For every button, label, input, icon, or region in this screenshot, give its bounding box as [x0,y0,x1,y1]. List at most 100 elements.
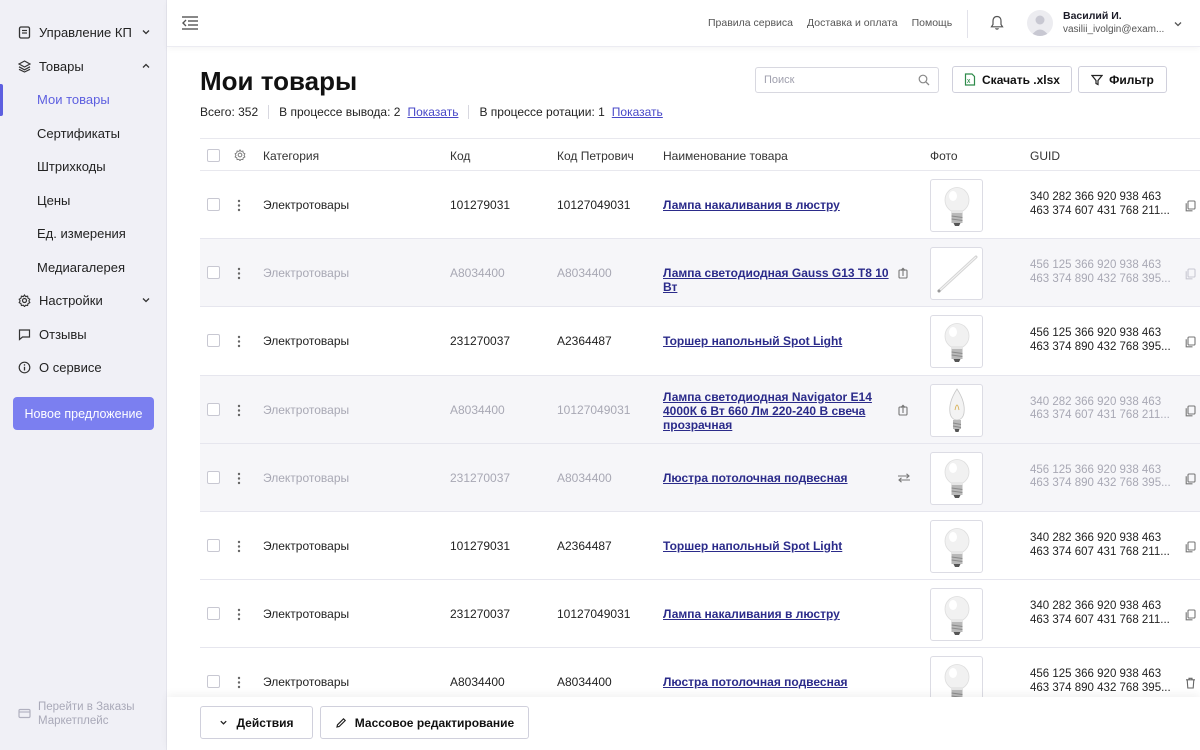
sidebar-item-settings[interactable]: Настройки [0,284,166,318]
column-header-name[interactable]: Наименование товара [663,149,788,163]
more-options-icon[interactable] [237,472,241,485]
store-icon [18,707,31,720]
product-name-link[interactable]: Лампа накаливания в люстру [663,198,891,212]
more-options-icon[interactable] [237,335,241,348]
row-checkbox[interactable] [207,266,220,280]
link-delivery[interactable]: Доставка и оплата [807,17,898,29]
column-header-photo[interactable]: Фото [930,149,958,163]
sidebar-item-kp[interactable]: Управление КП [0,16,166,50]
cell-guid: 340 282 366 920 938 463 463 374 607 431 7… [1030,532,1176,559]
bell-icon[interactable] [990,15,1004,31]
cell-petrovich-code: A8034400 [557,470,612,485]
column-settings-icon[interactable] [234,149,246,161]
table-row[interactable]: Электротовары 231270037 A8034400 Люстра пот… [200,443,1200,512]
more-options-icon[interactable] [237,608,241,621]
table-row[interactable]: Электротовары 101279031 10127049031 Лампа н… [200,171,1200,240]
select-all-checkbox[interactable] [207,149,220,162]
restore-icon[interactable] [897,267,909,279]
product-name-link[interactable]: Лампа светодиодная Navigator E14 4000К 6… [663,390,891,432]
product-photo[interactable] [930,451,983,505]
sidebar-item-prices[interactable]: Цены [0,184,166,218]
show-rotation-link[interactable]: Показать [612,105,663,119]
table-header: Категория Код Код Петрович Наименование … [200,138,1200,171]
copy-icon[interactable] [1185,473,1196,485]
sidebar-item-barcodes[interactable]: Штрихкоды [0,150,166,184]
column-header-petrovich[interactable]: Код Петрович [557,149,634,163]
more-options-icon[interactable] [237,404,241,417]
product-name-link[interactable]: Люстра потолочная подвесная [663,675,891,689]
row-checkbox[interactable] [207,198,220,211]
product-name-link[interactable]: Лампа светодиодная Gauss G13 T8 10 Вт [663,266,891,294]
table-row[interactable]: Электротовары A8034400 10127049031 Лампа св… [200,375,1200,444]
more-options-icon[interactable] [237,540,241,553]
restore-icon[interactable] [897,404,909,416]
guid-line: 463 374 607 431 768 211... [1030,409,1170,422]
mass-edit-button[interactable]: Массовое редактирование [320,706,529,739]
bulb-icon [938,593,976,637]
link-help[interactable]: Помощь [912,17,953,29]
column-header-category[interactable]: Категория [263,149,319,163]
collapse-menu-icon[interactable] [181,15,199,31]
product-photo[interactable] [930,315,983,369]
trash-icon[interactable] [1185,677,1196,689]
show-withdrawal-link[interactable]: Показать [407,105,458,119]
column-header-code[interactable]: Код [450,149,470,163]
sidebar-item-my-products[interactable]: Мои товары [0,83,166,117]
link-service-rules[interactable]: Правила сервиса [708,17,793,29]
product-name-link[interactable]: Торшер напольный Spot Light [663,334,891,348]
product-name-link[interactable]: Люстра потолочная подвесная [663,471,891,485]
row-checkbox[interactable] [207,402,220,416]
cell-code: 231270037 [450,470,511,485]
chat-icon [18,328,31,341]
more-options-icon[interactable] [237,267,241,280]
product-photo[interactable] [930,588,983,642]
copy-icon[interactable] [1185,405,1196,417]
sidebar-item-products[interactable]: Товары [0,50,166,84]
sidebar-item-certificates[interactable]: Сертификаты [0,117,166,151]
marketplace-link[interactable]: Перейти в Заказы Маркетплейс [18,700,158,728]
row-checkbox[interactable] [207,675,220,689]
cell-guid: 456 125 366 920 938 463 463 374 890 432 7… [1030,259,1176,286]
more-options-icon[interactable] [237,676,241,689]
row-checkbox[interactable] [207,334,220,348]
row-checkbox[interactable] [207,470,220,484]
product-name-link[interactable]: Торшер напольный Spot Light [663,539,891,553]
table-row[interactable]: Электротовары 101279031 A2364487 Торшер нап… [200,512,1200,581]
table-row[interactable]: Электротовары 231270037 A2364487 Торшер нап… [200,307,1200,376]
row-checkbox[interactable] [207,607,220,621]
guid-line: 340 282 366 920 938 463 [1030,191,1162,203]
chevron-down-icon[interactable] [1173,19,1183,29]
product-photo[interactable] [930,383,983,437]
more-options-icon[interactable] [237,199,241,212]
download-xlsx-button[interactable]: X Скачать .xlsx [952,66,1072,93]
product-name-link[interactable]: Лампа накаливания в люстру [663,607,891,621]
rotation-icon[interactable] [897,472,910,484]
filter-button[interactable]: Фильтр [1078,66,1167,93]
copy-icon[interactable] [1185,268,1196,280]
search-icon [918,74,930,86]
sidebar-item-about[interactable]: О сервисе [0,351,166,385]
info-icon [18,361,31,374]
column-header-guid[interactable]: GUID [1030,149,1060,163]
product-photo[interactable] [930,520,983,573]
layers-icon [18,60,31,73]
product-photo[interactable] [930,247,983,301]
search-input[interactable]: Поиск [755,67,939,93]
copy-icon[interactable] [1185,609,1196,621]
avatar[interactable] [1027,10,1053,36]
table-row[interactable]: Электротовары 231270037 10127049031 Лампа н… [200,580,1200,649]
copy-icon[interactable] [1185,200,1196,212]
row-checkbox[interactable] [207,539,220,552]
product-photo[interactable] [930,179,983,232]
sidebar-item-reviews[interactable]: Отзывы [0,318,166,352]
search-placeholder: Поиск [764,74,795,86]
sidebar-item-media[interactable]: Медиагалерея [0,251,166,285]
table-row[interactable]: Электротовары A8034400 A8034400 Лампа свето… [200,239,1200,308]
actions-button[interactable]: Действия [200,706,313,739]
sidebar-item-label: Штрихкоды [37,159,106,175]
user-name[interactable]: Василий И. [1063,10,1122,22]
copy-icon[interactable] [1185,336,1196,348]
sidebar-item-units[interactable]: Ед. измерения [0,217,166,251]
copy-icon[interactable] [1185,541,1196,553]
new-offer-button[interactable]: Новое предложение [13,397,154,430]
